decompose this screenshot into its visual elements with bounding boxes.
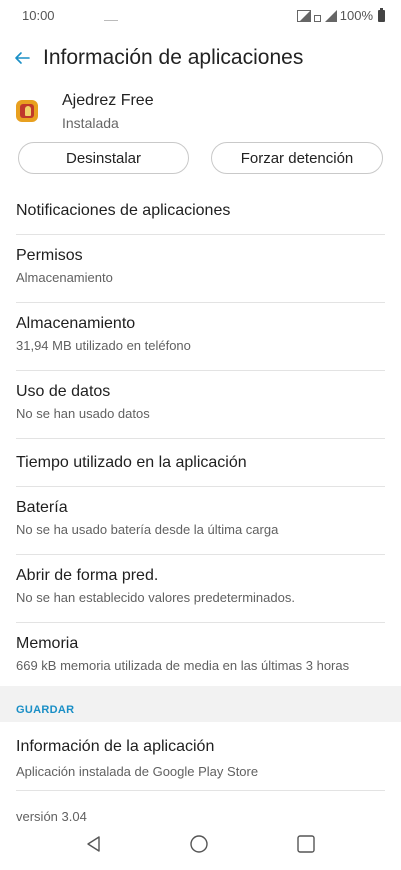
battery-item[interactable]: Batería No se ha usado batería desde la … [16,487,385,555]
chess-app-icon [16,100,38,122]
memory-item[interactable]: Memoria 669 kB memoria utilizada de medi… [16,623,385,691]
nav-back-icon[interactable] [84,834,104,854]
page-title: Información de aplicaciones [43,46,304,69]
force-stop-button[interactable]: Forzar detención [211,142,383,174]
nav-home-icon[interactable] [189,834,209,854]
list-item-subtitle: Aplicación instalada de Google Play Stor… [16,764,259,779]
list-item-title: Notificaciones de aplicaciones [16,202,231,219]
status-icons: 100% [296,7,385,23]
status-bar: 10:00 100% [0,0,401,32]
uninstall-button[interactable]: Desinstalar [18,142,189,174]
list-item-subtitle: Almacenamiento [16,270,113,285]
storage-item[interactable]: Almacenamiento 31,94 MB utilizado en tel… [16,303,385,371]
list-item-title: Almacenamiento [16,315,136,332]
data-usage-item[interactable]: Uso de datos No se han usado datos [16,371,385,439]
signal-small-icon [313,10,322,22]
list-item-title: Batería [16,499,68,516]
app-name: Ajedrez Free [62,92,154,109]
list-item-title: Permisos [16,247,83,264]
list-item-subtitle: No se ha usado batería desde la última c… [16,522,279,537]
battery-percent: 100% [339,8,373,23]
permissions-item[interactable]: Permisos Almacenamiento [16,235,385,303]
list-item-subtitle: 31,94 MB utilizado en teléfono [16,338,191,353]
status-notification-indicator [104,20,118,21]
list-item-subtitle: 669 kB memoria utilizada de media en las… [16,658,350,673]
open-by-default-item[interactable]: Abrir de forma pred. No se han estableci… [16,555,385,623]
settings-list: Notificaciones de aplicaciones Permisos … [0,187,401,691]
signal-box-icon [296,9,311,22]
list-item-subtitle: No se han establecido valores predetermi… [16,590,295,605]
nav-recents-icon[interactable] [297,835,315,853]
list-item-title: Abrir de forma pred. [16,567,159,584]
list-item-title: Tiempo utilizado en la aplicación [16,454,247,471]
navigation-bar [0,826,401,870]
section-label: GUARDAR [16,704,75,716]
list-item-subtitle: No se han usado datos [16,406,150,421]
app-bar: Información de aplicaciones [0,40,401,78]
status-time: 10:00 [22,8,55,23]
app-install-status: Instalada [62,115,119,131]
app-header: Ajedrez Free Instalada [0,88,401,140]
store-section-header: GUARDAR [0,686,401,722]
notifications-item[interactable]: Notificaciones de aplicaciones [16,187,385,235]
list-item-title: Uso de datos [16,383,111,400]
screen-time-item[interactable]: Tiempo utilizado en la aplicación [16,439,385,487]
list-item-title: Memoria [16,635,79,652]
battery-icon [378,7,385,22]
list-item-title: Información de la aplicación [16,738,215,755]
app-version: versión 3.04 [16,809,87,821]
back-arrow-icon[interactable] [12,48,32,68]
app-details-item[interactable]: Información de la aplicación Aplicación … [16,728,385,791]
signal-icon [324,9,337,22]
